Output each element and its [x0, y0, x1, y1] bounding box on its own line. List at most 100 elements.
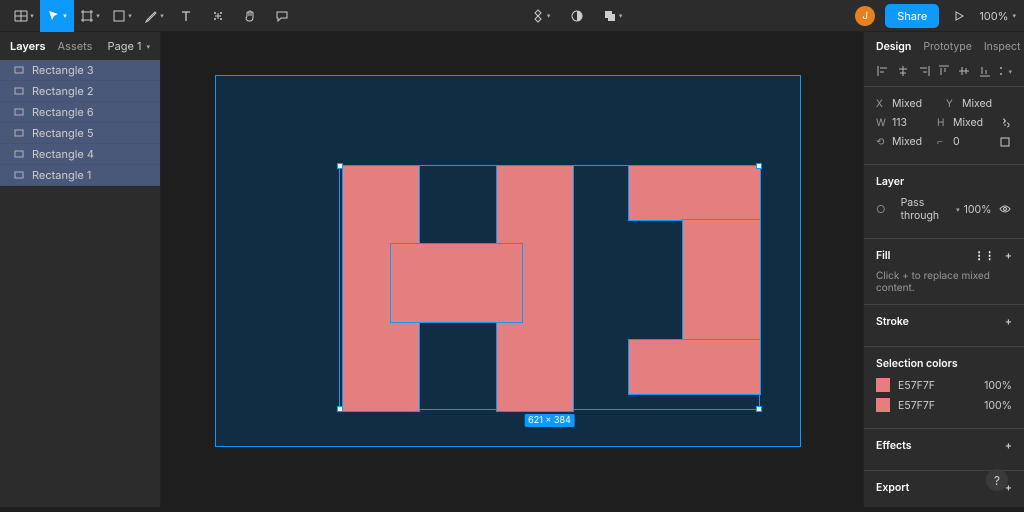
rectangle-shape[interactable] [629, 166, 760, 220]
rectangle-icon [14, 128, 24, 138]
layer-label: Rectangle 3 [32, 63, 94, 77]
corner-field[interactable]: ⌐0 [937, 135, 994, 148]
blend-mode[interactable]: ○ Pass through ▾ [876, 196, 960, 222]
color-pct: 100% [984, 379, 1012, 392]
rectangle-icon [14, 149, 24, 159]
align-controls: ▾ [864, 60, 1024, 87]
layer-label: Rectangle 2 [32, 84, 94, 98]
stroke-title: Stroke [876, 315, 909, 328]
page-selector[interactable]: Page 1▾ [108, 39, 150, 53]
zoom-value: 100% [979, 9, 1008, 23]
layer-item[interactable]: Rectangle 1 [0, 165, 160, 186]
move-tool[interactable]: ▾ [40, 0, 74, 32]
layers-list: Rectangle 3 Rectangle 2 Rectangle 6 Rect… [0, 60, 160, 186]
color-swatch[interactable] [876, 398, 890, 412]
layer-label: Rectangle 6 [32, 105, 94, 119]
layer-label: Rectangle 5 [32, 126, 94, 140]
fill-title: Fill [876, 249, 890, 262]
add-stroke[interactable]: + [1005, 315, 1012, 328]
rectangle-icon [14, 86, 24, 96]
stroke-section: Stroke + [864, 305, 1024, 347]
comment-tool[interactable] [266, 0, 298, 32]
constrain-icon[interactable] [998, 116, 1012, 129]
toolbar-center: ▾ ▾ [298, 0, 855, 32]
selection-colors-section: Selection colors E57F7F 100% E57F7F 100% [864, 347, 1024, 429]
component-tool[interactable]: ▾ [525, 0, 557, 32]
add-effect[interactable]: + [1005, 439, 1012, 452]
effects-section: Effects + [864, 429, 1024, 471]
left-panel: Layers Assets Page 1▾ Rectangle 3 Rectan… [0, 32, 161, 507]
y-field[interactable]: YMixed [946, 97, 1012, 110]
tab-inspect[interactable]: Inspect [984, 40, 1021, 53]
layer-item[interactable]: Rectangle 4 [0, 144, 160, 165]
resize-handle[interactable] [756, 406, 762, 412]
rectangle-icon [14, 65, 24, 75]
rectangle-shape[interactable] [391, 244, 522, 322]
align-right-icon[interactable] [917, 64, 931, 78]
color-hex: E57F7F [898, 399, 935, 412]
selection-dimensions: 621 × 384 [524, 414, 575, 427]
canvas[interactable]: 621 × 384 [161, 32, 863, 507]
rectangle-shape[interactable] [683, 220, 760, 340]
text-tool[interactable] [170, 0, 202, 32]
mask-tool[interactable] [561, 0, 593, 32]
effects-title: Effects [876, 439, 912, 452]
toolbar-left: ▾ ▾ ▾ ▾ ▾ [8, 0, 298, 32]
selection-colors-title: Selection colors [876, 357, 1012, 370]
w-field[interactable]: W113 [876, 116, 933, 129]
tab-prototype[interactable]: Prototype [923, 40, 972, 53]
distribute-icon[interactable]: ▾ [998, 64, 1012, 78]
resize-handle[interactable] [337, 163, 343, 169]
layer-item[interactable]: Rectangle 3 [0, 60, 160, 81]
tab-design[interactable]: Design [876, 40, 911, 53]
frame[interactable]: 621 × 384 [216, 76, 800, 446]
tab-assets[interactable]: Assets [58, 39, 93, 53]
menu-button[interactable]: ▾ [8, 0, 40, 32]
layer-section: Layer ○ Pass through ▾ 100% [864, 165, 1024, 239]
align-bottom-icon[interactable] [978, 64, 992, 78]
h-field[interactable]: HMixed [937, 116, 994, 129]
align-left-icon[interactable] [876, 64, 890, 78]
rotation-field[interactable]: ⟲Mixed [876, 135, 933, 148]
avatar[interactable]: J [855, 6, 875, 26]
resources-tool[interactable] [202, 0, 234, 32]
present-button[interactable] [949, 0, 969, 32]
selection-box[interactable]: 621 × 384 [339, 165, 760, 410]
color-row[interactable]: E57F7F 100% [876, 398, 1012, 412]
align-hcenter-icon[interactable] [896, 64, 910, 78]
layer-item[interactable]: Rectangle 6 [0, 102, 160, 123]
resize-handle[interactable] [337, 406, 343, 412]
page-label: Page 1 [108, 39, 142, 53]
shape-tool[interactable]: ▾ [106, 0, 138, 32]
hand-tool[interactable] [234, 0, 266, 32]
boolean-tool[interactable]: ▾ [597, 0, 629, 32]
opacity-field[interactable]: 100% [964, 196, 994, 222]
rectangle-icon [14, 107, 24, 117]
toolbar-right: J Share 100%▾ [855, 0, 1016, 32]
align-top-icon[interactable] [937, 64, 951, 78]
visibility-icon[interactable] [998, 196, 1012, 222]
layer-label: Rectangle 1 [32, 168, 91, 182]
x-field[interactable]: XMixed [876, 97, 942, 110]
color-swatch[interactable] [876, 378, 890, 392]
share-button[interactable]: Share [885, 4, 939, 28]
top-toolbar: ▾ ▾ ▾ ▾ ▾ ▾ ▾ [0, 0, 1024, 32]
transform-section: XMixed YMixed W113 HMixed ⟲Mixed ⌐0 [864, 87, 1024, 165]
pen-tool[interactable]: ▾ [138, 0, 170, 32]
color-row[interactable]: E57F7F 100% [876, 378, 1012, 392]
resize-handle[interactable] [756, 163, 762, 169]
zoom-control[interactable]: 100%▾ [979, 9, 1016, 23]
align-vcenter-icon[interactable] [957, 64, 971, 78]
color-hex: E57F7F [898, 379, 935, 392]
style-icon[interactable]: ⋮⋮ [974, 249, 995, 262]
corner-detail-icon[interactable] [998, 135, 1012, 148]
fill-section: Fill ⋮⋮ + Click + to replace mixed conte… [864, 239, 1024, 305]
fill-hint: Click + to replace mixed content. [876, 270, 1012, 294]
rectangle-shape[interactable] [629, 340, 760, 394]
layer-item[interactable]: Rectangle 5 [0, 123, 160, 144]
add-fill[interactable]: + [1005, 249, 1012, 262]
tab-layers[interactable]: Layers [10, 39, 46, 53]
help-button[interactable]: ? [986, 469, 1008, 491]
frame-tool[interactable]: ▾ [74, 0, 106, 32]
layer-item[interactable]: Rectangle 2 [0, 81, 160, 102]
